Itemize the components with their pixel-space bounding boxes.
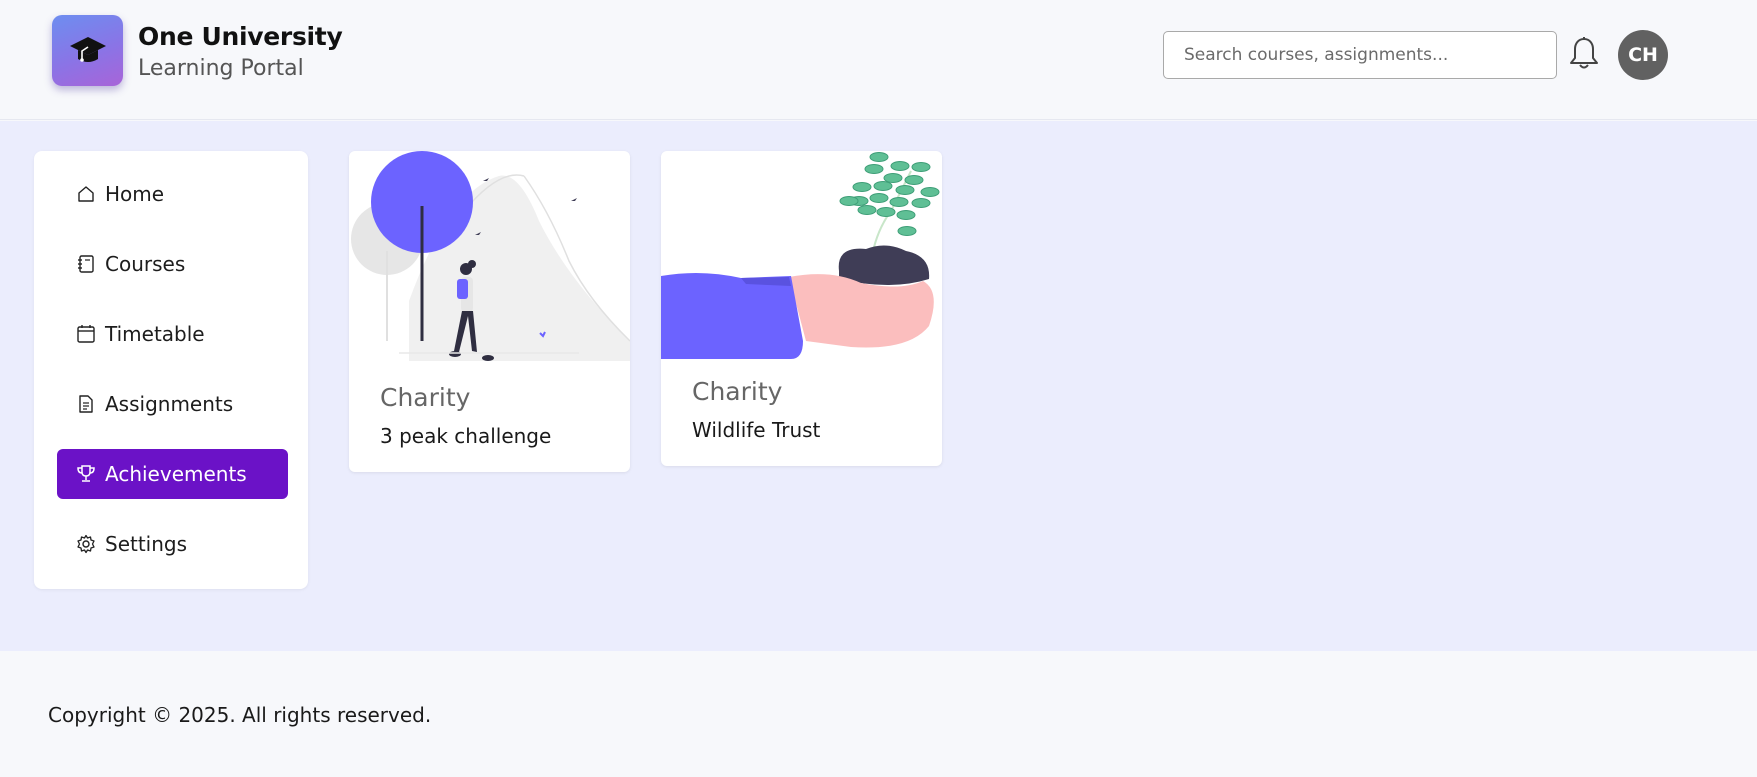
sidebar: Home Courses Timetable Assignments Achie… xyxy=(34,151,308,589)
user-avatar[interactable]: CH xyxy=(1618,30,1668,80)
notebook-icon xyxy=(75,253,97,275)
card-title: 3 peak challenge xyxy=(380,424,552,448)
achievement-card[interactable]: Charity 3 peak challenge xyxy=(349,151,630,472)
card-category: Charity xyxy=(692,377,783,406)
sidebar-item-achievements[interactable]: Achievements xyxy=(57,449,288,499)
copyright-text: Copyright © 2025. All rights reserved. xyxy=(48,703,432,727)
document-icon xyxy=(75,393,97,415)
sidebar-item-settings[interactable]: Settings xyxy=(57,519,288,569)
sidebar-item-label: Achievements xyxy=(105,462,247,486)
logo[interactable] xyxy=(52,15,123,86)
graduation-cap-icon xyxy=(69,36,106,62)
bell-icon xyxy=(1570,37,1598,69)
brand-title: One University xyxy=(138,22,343,51)
main-content: Home Courses Timetable Assignments Achie… xyxy=(0,121,1757,651)
home-icon xyxy=(75,183,97,205)
calendar-icon xyxy=(75,323,97,345)
brand-subtitle: Learning Portal xyxy=(138,56,304,81)
hiker-mountain-illustration xyxy=(351,151,630,361)
sidebar-item-home[interactable]: Home xyxy=(57,169,288,219)
sidebar-item-label: Settings xyxy=(105,532,188,556)
sidebar-item-assignments[interactable]: Assignments xyxy=(57,379,288,429)
card-title: Wildlife Trust xyxy=(692,418,821,442)
card-category: Charity xyxy=(380,383,471,412)
sidebar-item-label: Timetable xyxy=(105,322,205,346)
footer: Copyright © 2025. All rights reserved. xyxy=(0,651,1757,777)
sidebar-item-label: Assignments xyxy=(105,392,234,416)
achievement-card[interactable]: Charity Wildlife Trust xyxy=(661,151,942,466)
search-input[interactable] xyxy=(1163,31,1557,79)
sidebar-item-timetable[interactable]: Timetable xyxy=(57,309,288,359)
hand-plant-illustration xyxy=(661,152,940,359)
gear-icon xyxy=(75,533,97,555)
sidebar-item-label: Home xyxy=(105,182,165,206)
top-header: One University Learning Portal CH xyxy=(0,0,1757,120)
notification-button[interactable] xyxy=(1568,36,1600,72)
trophy-icon xyxy=(75,463,97,485)
sidebar-item-label: Courses xyxy=(105,252,186,276)
sidebar-item-courses[interactable]: Courses xyxy=(57,239,288,289)
